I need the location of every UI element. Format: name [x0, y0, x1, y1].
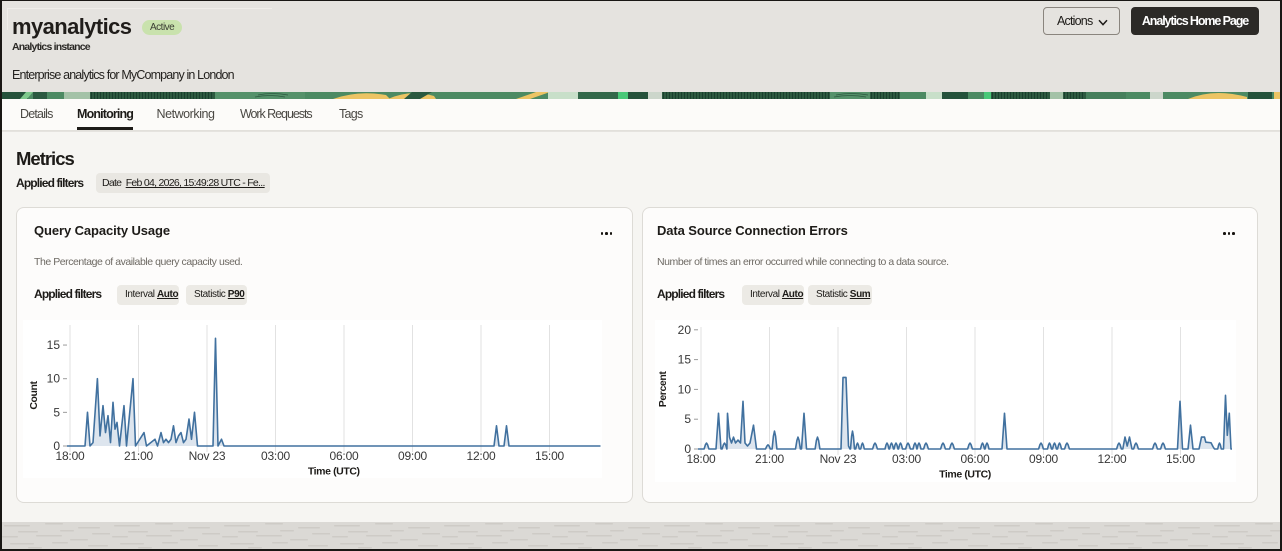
svg-text:10: 10 — [678, 382, 692, 396]
svg-text:06:00: 06:00 — [329, 449, 359, 463]
svg-text:21:00: 21:00 — [124, 449, 154, 463]
svg-text:12:00: 12:00 — [1097, 452, 1127, 466]
svg-text:06:00: 06:00 — [960, 452, 990, 466]
svg-text:15:00: 15:00 — [1166, 452, 1196, 466]
svg-text:15: 15 — [47, 338, 61, 352]
svg-text:03:00: 03:00 — [261, 449, 291, 463]
svg-text:21:00: 21:00 — [755, 452, 785, 466]
svg-text:Percent: Percent — [657, 371, 669, 408]
svg-text:18:00: 18:00 — [686, 452, 716, 466]
svg-text:Nov 23: Nov 23 — [189, 449, 226, 463]
svg-text:03:00: 03:00 — [892, 452, 922, 466]
svg-text:09:00: 09:00 — [1029, 452, 1059, 466]
svg-text:Nov 23: Nov 23 — [820, 452, 857, 466]
svg-text:18:00: 18:00 — [55, 449, 85, 463]
svg-text:15: 15 — [678, 353, 692, 367]
svg-text:12:00: 12:00 — [466, 449, 496, 463]
svg-text:10: 10 — [47, 372, 61, 386]
svg-text:Time (UTC): Time (UTC) — [939, 469, 991, 481]
svg-text:15:00: 15:00 — [535, 449, 565, 463]
svg-text:20: 20 — [678, 323, 692, 337]
svg-text:5: 5 — [53, 405, 60, 419]
svg-text:09:00: 09:00 — [398, 449, 428, 463]
svg-text:Count: Count — [28, 380, 40, 409]
svg-text:5: 5 — [684, 412, 691, 426]
svg-text:Time (UTC): Time (UTC) — [308, 466, 360, 478]
